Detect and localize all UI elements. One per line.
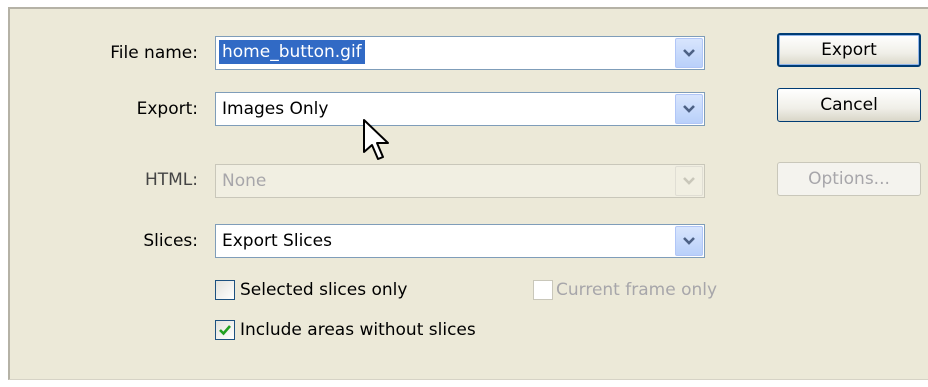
chevron-down-icon (683, 237, 695, 245)
slices-value: Export Slices (222, 231, 332, 251)
html-value: None (222, 171, 267, 191)
html-label: HTML: (144, 170, 198, 190)
mouse-pointer-icon (363, 119, 389, 160)
cancel-button[interactable]: Cancel (777, 88, 921, 122)
file-name-value[interactable]: home_button.gif (219, 40, 365, 64)
export-dropdown-button[interactable] (675, 94, 703, 124)
current-frame-only-checkbox[interactable] (533, 280, 553, 300)
include-areas-without-slices-label: Include areas without slices (240, 320, 476, 340)
export-value: Images Only (222, 99, 329, 119)
export-combo[interactable]: Images Only (215, 92, 705, 126)
export-label: Export: (136, 99, 198, 119)
selected-slices-only-checkbox[interactable] (215, 280, 235, 300)
html-dropdown-button[interactable] (675, 166, 703, 196)
chevron-down-icon (683, 49, 695, 57)
options-button[interactable]: Options... (777, 162, 921, 196)
file-name-combo[interactable]: home_button.gif (215, 36, 705, 70)
slices-combo[interactable]: Export Slices (215, 224, 705, 258)
current-frame-only-label: Current frame only (556, 280, 718, 300)
chevron-down-icon (683, 105, 695, 113)
slices-label: Slices: (143, 231, 198, 251)
file-name-dropdown-button[interactable] (675, 38, 703, 68)
checkmark-icon (219, 325, 231, 336)
html-combo[interactable]: None (215, 164, 705, 198)
chevron-down-icon (683, 177, 695, 185)
slices-dropdown-button[interactable] (675, 226, 703, 256)
selected-slices-only-label: Selected slices only (240, 280, 408, 300)
export-button[interactable]: Export (777, 33, 921, 67)
include-areas-without-slices-checkbox[interactable] (215, 320, 235, 340)
file-name-label: File name: (110, 43, 198, 63)
export-dialog-panel: File name: home_button.gif Export Export… (8, 7, 928, 380)
